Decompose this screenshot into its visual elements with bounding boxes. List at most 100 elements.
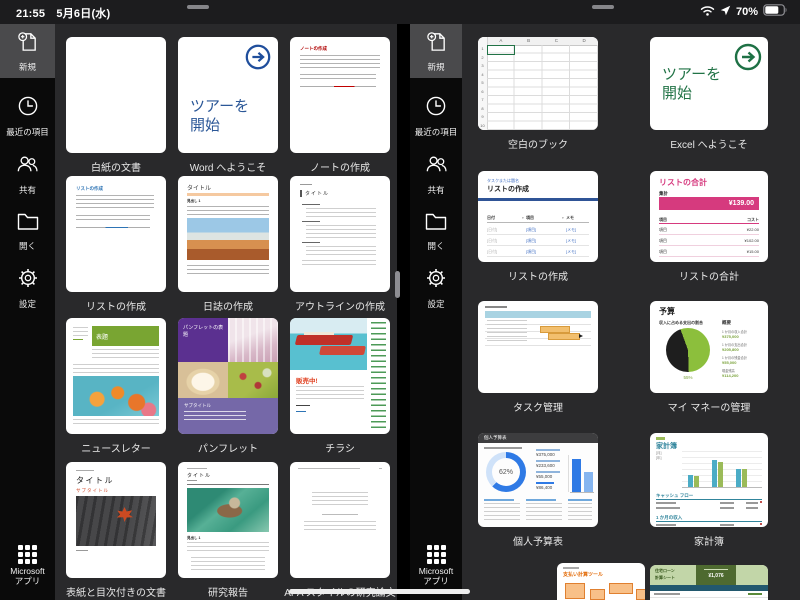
template-label: チラシ [325, 444, 355, 455]
template-label: リストの作成 [86, 302, 146, 313]
word-template-newsletter[interactable]: 表題 [66, 318, 166, 434]
split-view-resize-handle[interactable] [395, 271, 400, 298]
excel-template-payment-calculator[interactable]: 支払い計算ツール [557, 563, 645, 600]
excel-template-welcome-tour[interactable]: ツアーを 開始 [650, 37, 768, 130]
summary-title: 概要 [722, 320, 731, 325]
gear-icon [424, 266, 448, 295]
template-label: リストの合計 [679, 272, 739, 283]
word-template-apa-paper[interactable] [290, 462, 390, 578]
sheet-col-header: D [582, 38, 586, 43]
research-photo [187, 488, 269, 532]
word-template-welcome-tour[interactable]: ツアーを 開始 [178, 37, 278, 153]
flyer-side-list [371, 322, 386, 428]
tour-arrow-icon [733, 42, 763, 77]
template-label: ノートの作成 [310, 163, 370, 174]
word-sidebar-item-shared[interactable]: 共有 [0, 152, 55, 196]
sum-highlight: ¥139.00 [659, 197, 759, 210]
excel-sidebar-item-settings[interactable]: 設定 [410, 266, 462, 310]
mini-doc-title: ノートの作成 [300, 46, 327, 51]
template-label: 日誌の作成 [203, 302, 253, 313]
list-cell: [項目] [526, 227, 537, 232]
word-sidebar-item-new[interactable]: 新規 [0, 24, 55, 78]
word-template-brochure[interactable]: パンフレットの表題 サブタイトル [178, 318, 278, 434]
word-template-outline[interactable]: タイトル [290, 176, 390, 292]
sidebar-item-label: 共有 [427, 185, 445, 195]
word-sidebar-item-microsoft-apps[interactable]: Microsoft アプリ [0, 545, 55, 587]
excel-template-task-management[interactable] [478, 301, 598, 393]
mini-doc-title: 表題 [96, 335, 109, 341]
excel-sidebar: 新規 最近の項目 共有 開く 設定 Microsoft アプリ [410, 24, 462, 600]
sidebar-item-label: 開く [18, 241, 36, 251]
apps-label-line1: Microsoft [418, 566, 454, 576]
mini-doc-title: タイトル [76, 476, 114, 485]
word-sidebar-item-settings[interactable]: 設定 [0, 266, 55, 310]
excel-sidebar-item-microsoft-apps[interactable]: Microsoft アプリ [410, 545, 462, 587]
folder-icon [16, 210, 40, 237]
sheet-row-header: 8 [481, 105, 484, 111]
mini-doc-title: タイトル [187, 186, 212, 192]
word-window-drag-handle[interactable] [187, 5, 209, 9]
sheet-row-header: 10 [480, 122, 485, 128]
word-template-flyer[interactable]: 販売中! [290, 318, 390, 434]
word-template-take-notes[interactable]: ノートの作成 [290, 37, 390, 153]
mini-doc-subtitle: サブタイトル [76, 488, 109, 493]
excel-template-blank-workbook[interactable]: A B C D 1 2 3 4 5 6 7 8 9 10 [478, 37, 598, 130]
excel-template-money-manager[interactable]: 予算 収入に占める支出の割合 55% 概要 1 か月の収入合計 ¥375,000… [650, 301, 768, 393]
sum-value: ¥139.00 [728, 200, 754, 207]
tour-text-line1: ツアーを [662, 66, 722, 83]
sidebar-item-label: 新規 [18, 61, 36, 72]
excel-sidebar-item-recent[interactable]: 最近の項目 [410, 94, 462, 138]
mini-sheet-title: リストの合計 [659, 178, 707, 187]
mini-sheet-title: 支払い計算ツール [563, 572, 604, 578]
template-label: 家計簿 [694, 537, 724, 548]
sidebar-item-label: 設定 [18, 299, 36, 309]
excel-sidebar-item-open[interactable]: 開く [410, 210, 462, 252]
excel-sidebar-item-shared[interactable]: 共有 [410, 152, 462, 196]
mini-doc-subtitle: サブタイトル [184, 403, 211, 408]
template-label: 個人予算表 [513, 537, 563, 548]
excel-template-list-total[interactable]: リストの合計 集計 ¥139.00 項目 コスト 項目 ¥22.00 項目 ¥1… [650, 171, 768, 262]
list-cell: [日付] [487, 227, 498, 232]
word-template-create-list[interactable]: リストの作成 [66, 176, 166, 292]
new-document-icon [425, 30, 448, 58]
template-label: ニュースレター [81, 444, 151, 455]
template-label: Word へようこそ [189, 163, 267, 174]
excel-window-drag-handle[interactable] [592, 5, 614, 9]
word-sidebar-item-open[interactable]: 開く [0, 210, 55, 252]
excel-template-personal-budget[interactable]: 個人予算表 62% ¥375,000 ¥233,600 ¥55,000 ¥86,… [478, 433, 598, 527]
list-cell: [メモ] [566, 249, 577, 254]
chart-bar-blue [736, 469, 741, 487]
template-label: Excel へようこそ [670, 140, 748, 151]
apps-label-line1: Microsoft [10, 566, 45, 576]
tour-text-line2: 開始 [662, 85, 693, 102]
mortgage-title-line1: 住宅ローン [655, 568, 675, 573]
word-template-research-report[interactable]: タイトル 見出し 1 [178, 462, 278, 578]
pie-percent: 55% [683, 375, 693, 380]
apps-label-line2: アプリ [423, 575, 449, 586]
mini-sheet-title: リストの作成 [487, 186, 529, 193]
sheet-row-header: 1 [481, 46, 484, 51]
summary-value: ¥114,200 [722, 373, 739, 378]
word-template-blank-document[interactable] [66, 37, 166, 153]
apps-grid-icon [426, 545, 446, 564]
excel-app-pane: 新規 最近の項目 共有 開く 設定 Microsoft アプリ A B C D … [410, 24, 800, 600]
mini-sheet-title: 予算 [659, 307, 675, 316]
template-label: マイ マネーの管理 [667, 403, 751, 414]
word-template-gallery: 白紙の文書 ツアーを 開始 Word へようこそ ノートの作成 ノートの作成 リ… [55, 24, 397, 600]
total-cell: ¥102.00 [744, 238, 759, 243]
mini-doc-title: タイトル [187, 473, 212, 479]
sheet-row-header: 5 [481, 80, 484, 85]
budget-value: ¥233,600 [536, 463, 555, 468]
template-label: 研究報告 [208, 588, 248, 599]
sheet-col-header: B [527, 38, 531, 43]
excel-template-household-budget[interactable]: 家計簿 [月] [年] キャッシュ フロー 1 か月の収入 [650, 433, 768, 527]
template-label: 表紙と目次付きの文書 [66, 588, 166, 599]
excel-template-create-list[interactable]: タスクまたは題名 リストの作成 日付 項目 ▾ メモ ▾ [日付] [項目] [… [478, 171, 598, 262]
word-template-cover-toc-document[interactable]: タイトル サブタイトル [66, 462, 166, 578]
home-indicator[interactable] [289, 589, 470, 594]
word-template-journal[interactable]: タイトル 見出し 1 [178, 176, 278, 292]
excel-template-mortgage-calculator[interactable]: 住宅ローン 計算シート ¥1,076 [650, 565, 768, 600]
template-label: タスク管理 [513, 403, 563, 414]
excel-sidebar-item-new[interactable]: 新規 [410, 24, 462, 78]
word-sidebar-item-recent[interactable]: 最近の項目 [0, 94, 55, 138]
